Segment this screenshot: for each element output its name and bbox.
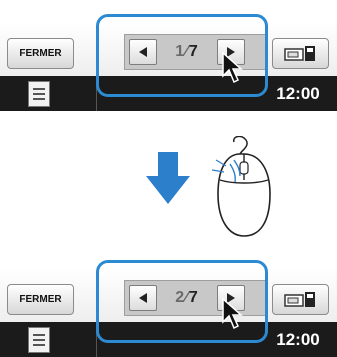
close-button[interactable]: FERMER bbox=[7, 284, 74, 315]
mouse-pointer-icon bbox=[222, 52, 243, 84]
computer-mouse-icon bbox=[212, 136, 271, 237]
document-icon[interactable] bbox=[28, 327, 50, 353]
machine-icon bbox=[283, 291, 315, 307]
screen-after: FERMER 2 ⁄ 7 12:00 bbox=[0, 246, 337, 357]
clock: 12:00 bbox=[276, 83, 320, 103]
close-button[interactable]: FERMER bbox=[7, 38, 74, 69]
machine-icon bbox=[283, 45, 315, 61]
down-arrow-icon bbox=[146, 152, 190, 204]
clock: 12:00 bbox=[276, 329, 320, 349]
machine-settings-button[interactable] bbox=[272, 38, 329, 69]
mouse-pointer-icon bbox=[222, 298, 243, 330]
screen-before: FERMER 1 ⁄ 7 12:00 bbox=[0, 0, 337, 111]
machine-settings-button[interactable] bbox=[272, 284, 329, 315]
document-icon[interactable] bbox=[28, 81, 50, 107]
